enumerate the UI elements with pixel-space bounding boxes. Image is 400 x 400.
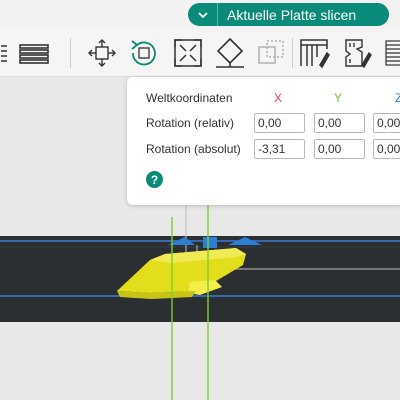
toolbar-divider [70,38,71,68]
rotation-relative-y-input[interactable] [314,113,365,133]
slice-plate-button[interactable]: Aktuelle Platte slicen [188,3,389,26]
support-painter-icon[interactable] [338,35,374,71]
world-coordinates-label: Weltkoordinaten [146,91,233,105]
support-blocker-icon[interactable] [296,35,332,71]
rotation-relative-label: Rotation (relativ) [146,116,235,130]
help-icon[interactable]: ? [146,171,163,188]
lay-flat-icon[interactable] [212,35,248,71]
top-bar: Aktuelle Platte slicen [0,0,400,30]
toolbar-divider [292,38,293,68]
toolbar [0,30,400,77]
rotation-relative-x-input[interactable] [254,113,305,133]
rotate-icon[interactable] [126,35,162,71]
move-icon[interactable] [84,35,120,71]
chevron-down-icon[interactable] [188,3,218,26]
rotation-absolute-label: Rotation (absolut) [146,142,241,156]
rotation-panel: Weltkoordinaten X Y Z Rotation (relativ)… [127,77,400,205]
slice-plate-label: Aktuelle Platte slicen [227,6,357,23]
axis-z-label: Z [395,91,400,105]
rotation-absolute-x-input[interactable] [254,139,305,159]
rotation-absolute-y-input[interactable] [314,139,365,159]
axis-x-label: X [274,91,283,105]
list-icon[interactable] [16,35,52,71]
scale-icon[interactable] [170,35,206,71]
mirror-icon[interactable] [253,35,289,71]
seam-painter-icon[interactable] [380,35,400,71]
rotation-relative-z-input[interactable] [373,113,400,133]
rotation-absolute-z-input[interactable] [373,139,400,159]
rotate-handle[interactable] [203,237,217,248]
axis-y-label: Y [334,91,343,105]
